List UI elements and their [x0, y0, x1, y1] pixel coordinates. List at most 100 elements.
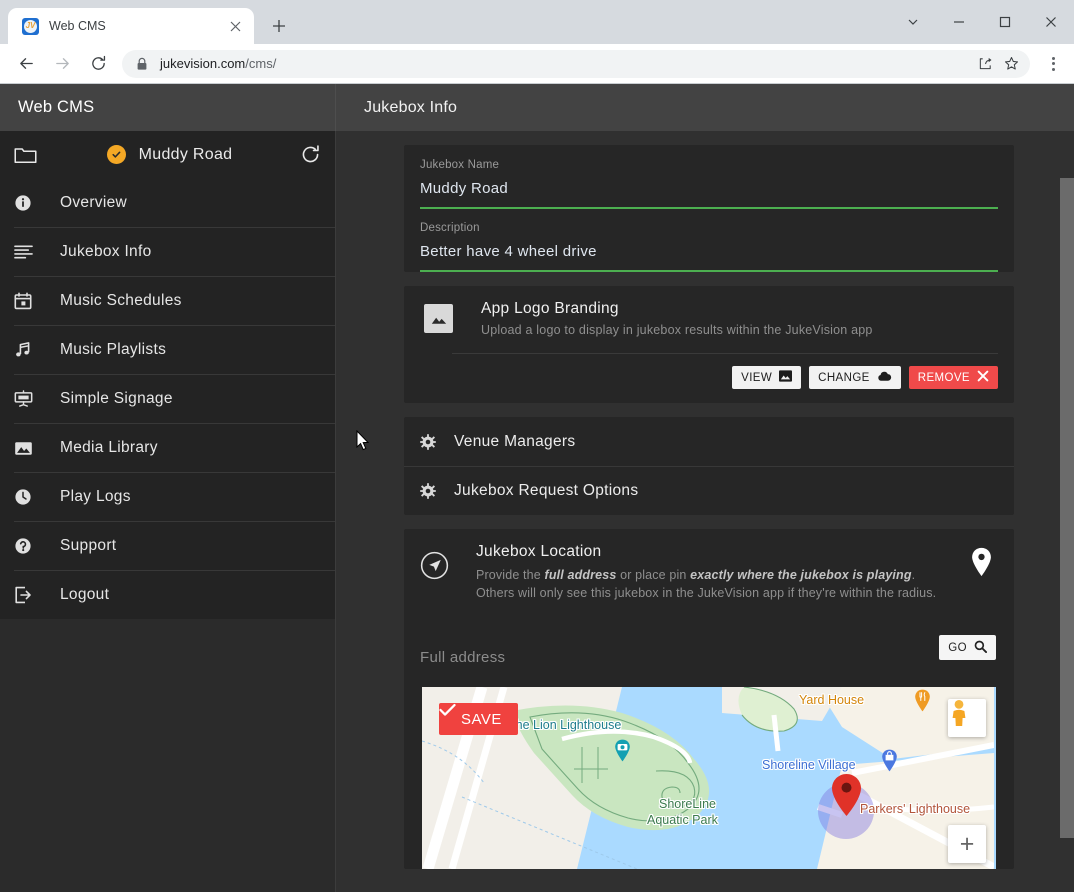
url-text: jukevision.com/cms/	[160, 56, 972, 71]
zoom-in-label: +	[959, 829, 975, 858]
share-icon[interactable]	[972, 51, 998, 77]
sidebar-item-logout[interactable]: Logout	[14, 570, 335, 619]
sidebar-item-music-schedules[interactable]: Music Schedules	[14, 276, 335, 325]
desc-part1: Provide the	[476, 568, 545, 582]
sidebar-item-media-library[interactable]: Media Library	[14, 423, 335, 472]
back-arrow-icon[interactable]	[11, 49, 41, 79]
tab-close-icon[interactable]	[224, 15, 246, 37]
location-map[interactable]: Yard House The Lion Lighthouse Shoreline…	[422, 687, 996, 870]
full-address-input[interactable]: Full address	[420, 649, 505, 666]
venue-managers-row[interactable]: Venue Managers	[404, 417, 1014, 466]
forward-arrow-icon[interactable]	[47, 49, 77, 79]
desc-part2: or place pin	[616, 568, 691, 582]
favicon-label: JV	[25, 21, 36, 30]
map-zoom-in-button[interactable]: +	[948, 825, 986, 864]
tab-favicon: JV	[22, 17, 39, 35]
camera-poi-icon	[614, 739, 631, 762]
content-panel: Jukebox Name Muddy Road Description Bett…	[336, 131, 1074, 892]
image-icon	[14, 440, 50, 457]
map-pin-icon[interactable]	[970, 547, 998, 582]
close-icon[interactable]	[1028, 3, 1074, 41]
jukebox-name-field[interactable]: Jukebox Name Muddy Road	[420, 159, 998, 209]
sidebar: Muddy Road Overview Jukebox Info Music S…	[0, 131, 336, 892]
app-logo-branding-card: App Logo Branding Upload a logo to displ…	[404, 286, 1014, 403]
desc-emphasis-2: exactly where the jukebox is playing	[690, 568, 912, 582]
sidebar-item-music-playlists[interactable]: Music Playlists	[14, 325, 335, 374]
remove-logo-button[interactable]: REMOVE	[908, 366, 998, 389]
sidebar-label: Jukebox Info	[60, 243, 152, 260]
view-logo-button[interactable]: VIEW	[732, 366, 802, 389]
sidebar-label: Overview	[60, 193, 127, 211]
sidebar-item-play-logs[interactable]: Play Logs	[14, 472, 335, 521]
map-label-yard-house: Yard House	[799, 693, 865, 708]
sidebar-item-jukebox-info[interactable]: Jukebox Info	[14, 227, 335, 276]
sidebar-label: Music Playlists	[60, 341, 167, 358]
lock-icon	[136, 57, 150, 71]
jukebox-location-card: Jukebox Location Provide the full addres…	[404, 529, 1014, 870]
refresh-icon[interactable]	[295, 144, 321, 165]
jukebox-fields-card: Jukebox Name Muddy Road Description Bett…	[404, 145, 1014, 272]
venue-selector[interactable]: Muddy Road	[0, 131, 335, 178]
image-placeholder-icon	[424, 304, 453, 333]
sidebar-filler	[0, 619, 335, 629]
music-note-icon	[14, 341, 50, 359]
jukebox-name-input[interactable]: Muddy Road	[420, 180, 998, 209]
star-icon[interactable]	[998, 51, 1024, 77]
logo-card-subtitle: Upload a logo to display in jukebox resu…	[481, 323, 873, 337]
content-vertical-scrollbar[interactable]	[1060, 178, 1074, 892]
street-view-pegman-icon[interactable]	[948, 699, 986, 738]
sidebar-label: Logout	[60, 586, 110, 603]
app-brand-label: Web CMS	[18, 98, 95, 116]
go-search-button[interactable]: GO	[939, 635, 996, 661]
description-input[interactable]: Better have 4 wheel drive	[420, 243, 998, 272]
browser-toolbar: jukevision.com/cms/	[0, 44, 1074, 84]
app-header: Web CMS Jukebox Info	[0, 84, 1074, 131]
row-label: Venue Managers	[454, 432, 576, 450]
mouse-cursor	[356, 429, 370, 456]
search-icon	[974, 640, 987, 656]
folder-icon[interactable]	[14, 145, 44, 164]
change-button-label: CHANGE	[818, 371, 870, 384]
save-location-button[interactable]: SAVE	[439, 703, 518, 736]
description-field[interactable]: Description Better have 4 wheel drive	[420, 222, 998, 272]
app-brand: Web CMS	[0, 84, 336, 131]
location-card-title: Jukebox Location	[476, 543, 602, 560]
sidebar-item-overview[interactable]: Overview	[14, 178, 335, 227]
logo-card-title: App Logo Branding	[481, 300, 619, 317]
logo-card-actions: VIEW CHANGE REMOVE	[420, 366, 998, 389]
location-card-description: Provide the full address or place pin ex…	[476, 566, 956, 602]
info-icon	[14, 194, 50, 212]
settings-rows-card: Venue Managers Jukebox Request Options	[404, 417, 1014, 515]
map-label-lion-lighthouse: The Lion Lighthouse	[508, 718, 622, 733]
sidebar-item-support[interactable]: Support	[14, 521, 335, 570]
desc-emphasis-1: full address	[544, 568, 617, 582]
sidebar-label: Support	[60, 537, 117, 554]
venue-info: Muddy Road	[44, 145, 295, 164]
chevron-down-icon[interactable]	[890, 3, 936, 41]
maximize-icon[interactable]	[982, 3, 1028, 41]
minimize-icon[interactable]	[936, 3, 982, 41]
check-badge-icon	[106, 145, 126, 164]
go-button-label: GO	[948, 641, 967, 654]
sidebar-label: Media Library	[60, 439, 158, 456]
map-label-shoreline-village: Shoreline Village	[762, 758, 856, 773]
browser-tab[interactable]: JV Web CMS	[8, 8, 254, 44]
url-path: /cms/	[245, 56, 277, 71]
address-bar[interactable]: jukevision.com/cms/	[122, 49, 1030, 78]
change-logo-button[interactable]: CHANGE	[809, 366, 901, 389]
new-tab-button[interactable]	[264, 11, 294, 41]
kebab-menu-icon[interactable]	[1040, 49, 1066, 79]
sidebar-item-simple-signage[interactable]: Simple Signage	[14, 374, 335, 423]
navigate-icon	[420, 551, 452, 585]
reload-icon[interactable]	[83, 49, 113, 79]
web-cms-app: Web CMS Jukebox Info Muddy Road Overview…	[0, 84, 1074, 892]
scrollbar-thumb[interactable]	[1060, 178, 1074, 838]
window-controls	[890, 0, 1074, 44]
help-icon	[14, 537, 50, 555]
sidebar-nav: Overview Jukebox Info Music Schedules Mu…	[0, 178, 335, 619]
view-button-label: VIEW	[741, 371, 773, 384]
sidebar-label: Play Logs	[60, 488, 131, 505]
jukebox-request-options-row[interactable]: Jukebox Request Options	[404, 466, 1014, 515]
field-label: Jukebox Name	[420, 159, 500, 171]
jukebox-location-pin[interactable]	[830, 773, 863, 817]
